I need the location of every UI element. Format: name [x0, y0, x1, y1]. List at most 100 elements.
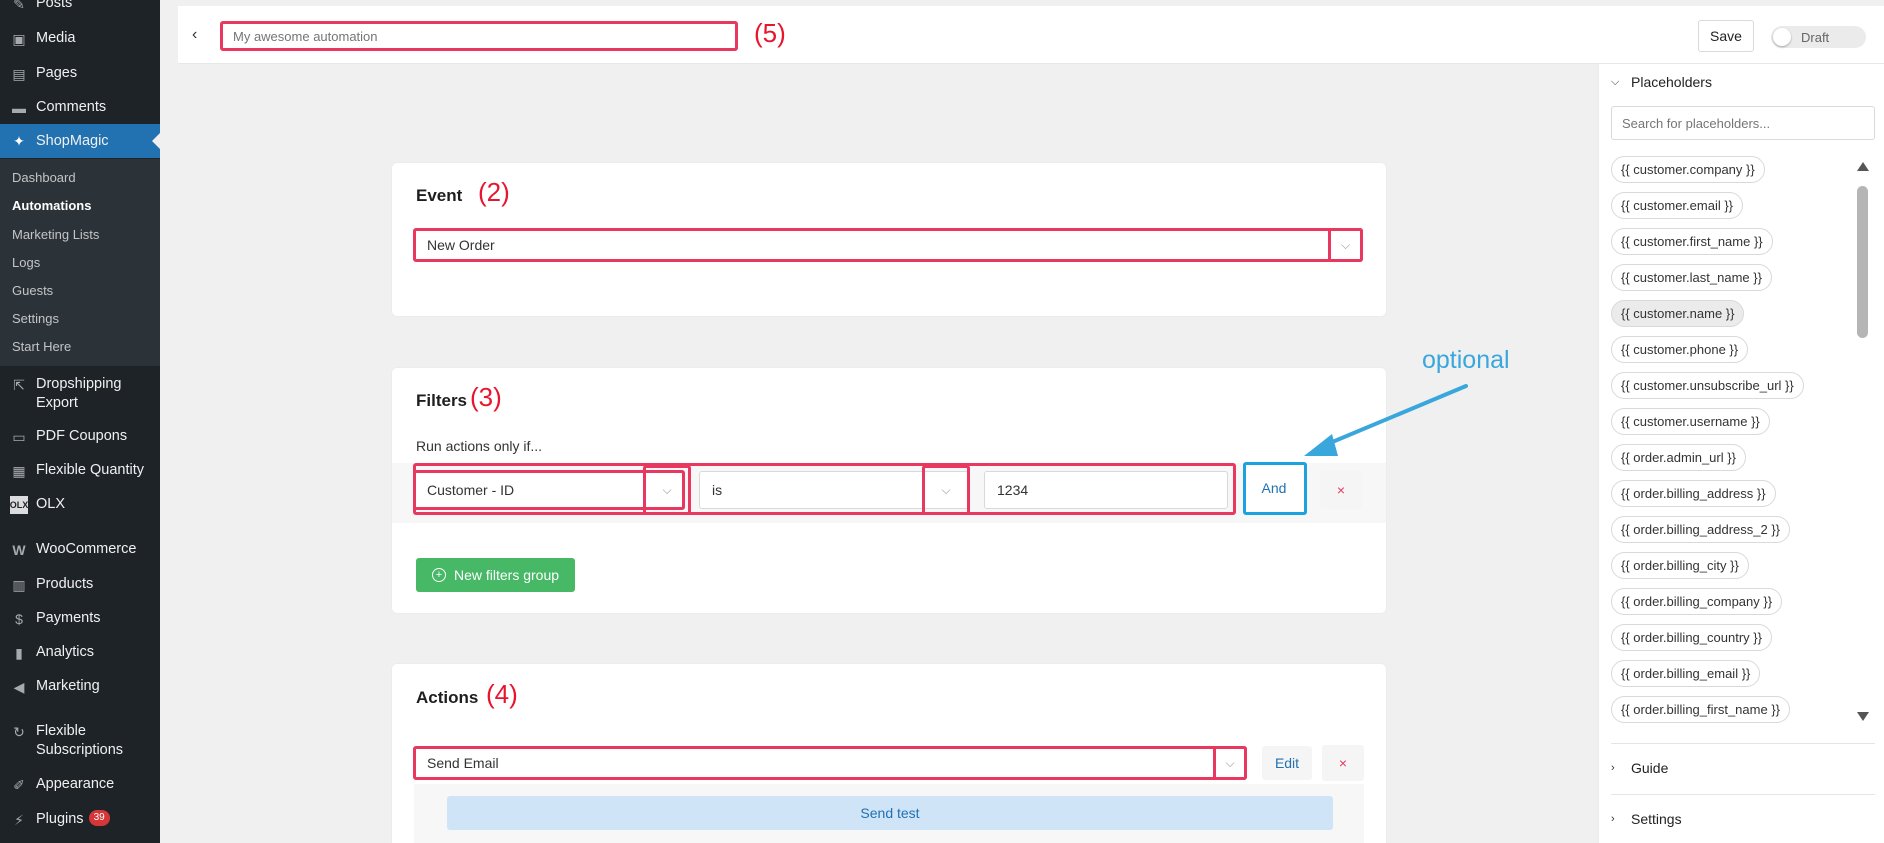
guide-title: Guide: [1631, 760, 1669, 776]
send-test-button[interactable]: Send test: [447, 796, 1333, 830]
placeholder-chip[interactable]: {{ order.billing_email }}: [1611, 660, 1761, 687]
sidebar-item-products[interactable]: ▥ Products: [0, 575, 160, 594]
dollar-icon: $: [15, 611, 23, 627]
submenu-item-settings[interactable]: Settings: [12, 311, 59, 326]
remove-action-button[interactable]: ×: [1322, 745, 1364, 781]
automation-header: ‹ (5) Save Draft: [178, 6, 1884, 64]
placeholder-chip[interactable]: {{ order.billing_address }}: [1611, 480, 1776, 507]
coupon-icon: ▭: [12, 428, 26, 445]
placeholder-chip[interactable]: {{ order.billing_country }}: [1611, 624, 1772, 651]
placeholder-chip[interactable]: {{ customer.phone }}: [1611, 336, 1749, 363]
media-icon: ▣: [12, 30, 26, 47]
placeholder-chip[interactable]: {{ order.billing_city }}: [1611, 552, 1749, 579]
sidebar-item-label: Analytics: [36, 644, 95, 660]
sidebar-item-payments[interactable]: $ Payments: [0, 609, 160, 628]
filters-intro: Run actions only if...: [416, 438, 543, 454]
placeholders-toggle[interactable]: ⌵ Placeholders: [1611, 74, 1712, 90]
settings-title: Settings: [1631, 811, 1682, 827]
sidebar-item-analytics[interactable]: ▮ Analytics: [0, 643, 160, 662]
new-filters-group-button[interactable]: + New filters group: [416, 558, 575, 592]
sidebar-item-shopmagic[interactable]: ✦ ShopMagic: [0, 124, 160, 158]
subscription-icon: ↻: [13, 723, 25, 740]
sidebar-item-olx[interactable]: OLX OLX: [0, 495, 160, 514]
chevron-down-icon[interactable]: ⌵: [1213, 746, 1247, 780]
pin-icon: ✎: [13, 0, 25, 12]
sidebar-item-appearance[interactable]: ✐ Appearance: [0, 775, 160, 794]
plugins-update-badge: 39: [88, 810, 110, 826]
sidebar-item-label: OLX: [36, 496, 66, 512]
settings-toggle[interactable]: › Settings: [1611, 811, 1682, 827]
action-select-highlight: [413, 746, 1247, 780]
placeholder-chip[interactable]: {{ customer.first_name }}: [1611, 228, 1773, 255]
placeholder-scrollbar[interactable]: [1855, 162, 1869, 732]
sidebar-item-posts[interactable]: ✎ Posts: [0, 0, 160, 13]
sidebar-item-pdf-coupons[interactable]: ▭ PDF Coupons: [0, 427, 160, 446]
and-button-highlight: [1243, 462, 1307, 515]
automation-title-input[interactable]: [220, 21, 738, 51]
submenu-item-marketing-lists[interactable]: Marketing Lists: [12, 227, 99, 242]
placeholder-chip[interactable]: {{ customer.username }}: [1611, 408, 1770, 435]
sidebar-item-marketing[interactable]: ◀ Marketing: [0, 677, 160, 696]
placeholder-chip[interactable]: {{ order.billing_first_name }}: [1611, 696, 1790, 723]
placeholder-chip[interactable]: {{ customer.unsubscribe_url }}: [1611, 372, 1804, 399]
scroll-down-icon[interactable]: [1857, 712, 1869, 721]
box-icon: ▥: [12, 576, 26, 593]
placeholder-chip[interactable]: {{ customer.name }}: [1611, 300, 1745, 327]
sidebar-item-label: Dropshipping Export: [36, 376, 122, 411]
external-link-icon: ⇱: [13, 376, 25, 393]
scroll-up-icon[interactable]: [1857, 162, 1869, 171]
plugin-icon: ⚡: [14, 811, 24, 828]
sidebar-item-flexible-quantity[interactable]: ▦ Flexible Quantity: [0, 461, 160, 480]
placeholder-search-input[interactable]: [1611, 106, 1875, 140]
sidebar-item-label: Flexible Quantity: [36, 462, 144, 478]
actions-title: Actions: [416, 688, 479, 707]
scrollbar-thumb[interactable]: [1857, 186, 1868, 338]
sidebar-item-media[interactable]: ▣ Media: [0, 29, 160, 48]
guide-toggle[interactable]: › Guide: [1611, 760, 1668, 776]
shopmagic-submenu: Dashboard Automations Marketing Lists Lo…: [0, 159, 160, 366]
sidebar-item-label: Marketing: [36, 678, 100, 694]
divider: [1611, 794, 1875, 795]
chevron-right-icon: ›: [1611, 762, 1615, 774]
sidebar-item-woocommerce[interactable]: W WooCommerce: [0, 540, 160, 559]
megaphone-icon: ◀: [13, 678, 25, 695]
chevron-down-icon[interactable]: ⌵: [1328, 228, 1363, 262]
sidebar-item-dropshipping-export[interactable]: ⇱ Dropshipping Export: [0, 375, 160, 413]
submenu-item-dashboard[interactable]: Dashboard: [12, 170, 76, 185]
magic-wand-icon: ✦: [13, 133, 25, 149]
sidebar-item-label: Posts: [36, 0, 73, 11]
placeholder-chip[interactable]: {{ customer.company }}: [1611, 156, 1765, 183]
sidebar-item-flexible-subscriptions[interactable]: ↻ Flexible Subscriptions: [0, 722, 160, 760]
placeholder-chip[interactable]: {{ order.billing_address_2 }}: [1611, 516, 1791, 543]
chevron-right-icon: ›: [1611, 813, 1615, 825]
placeholder-chip[interactable]: {{ customer.last_name }}: [1611, 264, 1772, 291]
submenu-item-guests[interactable]: Guests: [12, 283, 53, 298]
chevron-down-icon: ⌵: [1611, 75, 1620, 88]
submenu-item-automations[interactable]: Automations: [12, 198, 91, 213]
edit-action-button[interactable]: Edit: [1262, 746, 1312, 780]
annotation-2: (2): [478, 177, 510, 207]
sidebar-item-plugins[interactable]: ⚡ Plugins 39: [0, 810, 160, 829]
optional-annotation: optional: [1422, 346, 1510, 374]
draft-toggle[interactable]: Draft: [1771, 26, 1866, 48]
sidebar-item-pages[interactable]: ▤ Pages: [0, 64, 160, 83]
toggle-knob: [1773, 28, 1791, 46]
placeholder-chip[interactable]: {{ order.admin_url }}: [1611, 444, 1746, 471]
placeholder-chip[interactable]: {{ order.billing_company }}: [1611, 588, 1783, 615]
annotation-4: (4): [486, 679, 518, 709]
annotation-5: (5): [754, 18, 786, 48]
submenu-item-start-here[interactable]: Start Here: [12, 339, 71, 354]
sidebar-item-label: PDF Coupons: [36, 428, 128, 444]
back-icon[interactable]: ‹: [192, 26, 197, 44]
grid-icon: ▦: [12, 462, 26, 479]
brush-icon: ✐: [13, 776, 25, 793]
draft-label: Draft: [1801, 29, 1830, 45]
placeholder-chip[interactable]: {{ customer.email }}: [1611, 192, 1744, 219]
save-button[interactable]: Save: [1698, 20, 1754, 52]
submenu-item-logs[interactable]: Logs: [12, 255, 40, 270]
sidebar-item-label: Payments: [36, 610, 101, 626]
sidebar-item-label: Plugins: [36, 811, 84, 827]
woo-icon: W: [12, 542, 26, 558]
sidebar-item-comments[interactable]: ▬ Comments: [0, 98, 160, 117]
remove-filter-button[interactable]: ×: [1320, 471, 1362, 509]
